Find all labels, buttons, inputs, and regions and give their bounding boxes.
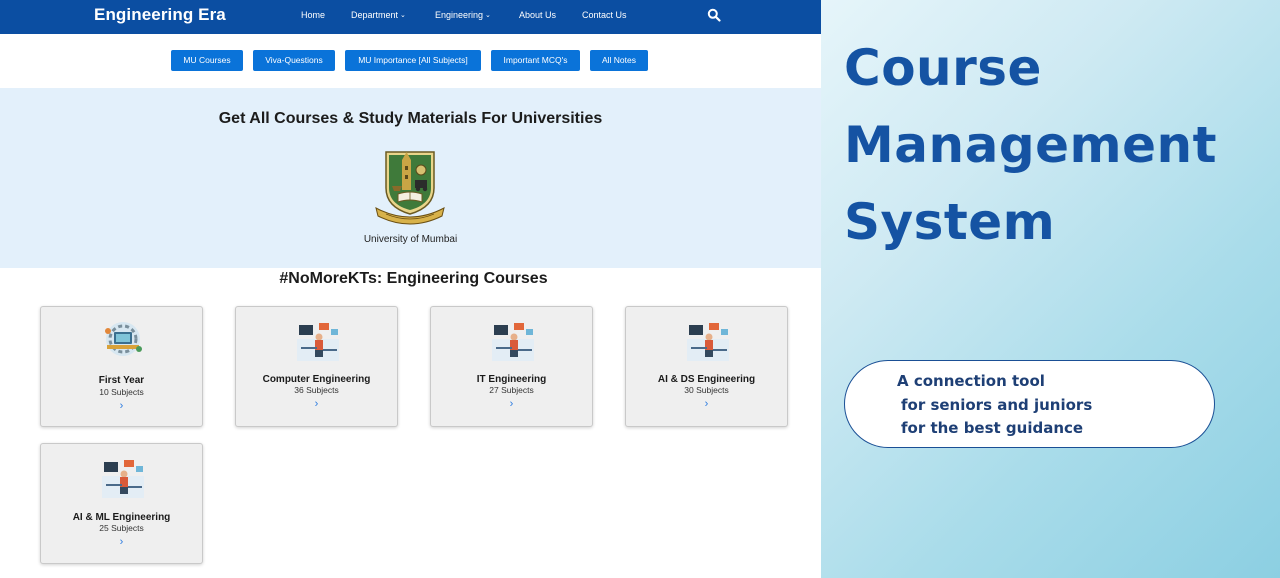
developer-desk-illustration-icon	[297, 323, 339, 361]
course-card-title: AI & ML Engineering	[72, 512, 171, 523]
nav-about-us[interactable]: About Us	[519, 10, 556, 20]
promo-title-line: System	[844, 193, 1056, 251]
course-card-title: AI & DS Engineering	[657, 374, 756, 385]
course-card-subjects: 36 Subjects	[294, 385, 339, 395]
hero-title: Get All Courses & Study Materials For Un…	[218, 110, 603, 127]
course-card-subjects: 27 Subjects	[489, 385, 534, 395]
developer-desk-illustration-icon	[102, 460, 144, 498]
tagline-line: for the best guidance	[901, 419, 1084, 437]
nav-engineering[interactable]: Engineering ⌄	[435, 10, 491, 20]
quick-links-bar: MU Courses Viva-Questions MU Importance …	[0, 50, 821, 72]
chevron-right-icon[interactable]: ›	[431, 398, 592, 410]
chevron-right-icon[interactable]: ›	[236, 398, 397, 410]
chevron-down-icon: ⌄	[485, 12, 491, 19]
chip-viva-questions[interactable]: Viva-Questions	[253, 50, 335, 71]
promo-title: Course Management System	[844, 30, 1217, 261]
course-card-subjects: 30 Subjects	[684, 385, 729, 395]
nav-contact-us[interactable]: Contact Us	[582, 10, 627, 20]
course-card-title: IT Engineering	[476, 374, 547, 385]
hero-banner: Get All Courses & Study Materials For Un…	[0, 88, 821, 268]
course-card-ai-ds-engineering[interactable]: AI & DS Engineering 30 Subjects ›	[625, 306, 788, 427]
course-card-subjects: 10 Subjects	[99, 387, 144, 397]
nav-home[interactable]: Home	[301, 10, 325, 20]
nav-department[interactable]: Department ⌄	[351, 10, 406, 20]
courses-section-title: #NoMoreKTs: Engineering Courses	[279, 270, 548, 287]
course-card-title: Computer Engineering	[262, 374, 371, 385]
course-card-it-engineering[interactable]: IT Engineering 27 Subjects ›	[430, 306, 593, 427]
course-card-computer-engineering[interactable]: Computer Engineering 36 Subjects ›	[235, 306, 398, 427]
course-card-subjects: 25 Subjects	[99, 523, 144, 533]
chevron-right-icon[interactable]: ›	[41, 400, 202, 412]
search-icon[interactable]	[707, 8, 721, 22]
course-card-title: First Year	[98, 375, 145, 386]
course-card-first-year[interactable]: First Year 10 Subjects ›	[40, 306, 203, 427]
promo-title-line: Management	[844, 116, 1218, 174]
tagline-line: A connection tool	[897, 372, 1045, 390]
chevron-down-icon: ⌄	[400, 12, 406, 19]
chip-all-notes[interactable]: All Notes	[590, 50, 648, 71]
developer-desk-illustration-icon	[687, 323, 729, 361]
navbar: Engineering Era Home Department ⌄ Enginee…	[0, 0, 821, 34]
course-card-ai-ml-engineering[interactable]: AI & ML Engineering 25 Subjects ›	[40, 443, 203, 564]
chevron-right-icon[interactable]: ›	[626, 398, 787, 410]
chip-mu-importance[interactable]: MU Importance [All Subjects]	[345, 50, 481, 71]
chevron-right-icon[interactable]: ›	[41, 536, 202, 548]
promo-title-line: Course	[844, 39, 1042, 97]
university-name: University of Mumbai	[363, 234, 458, 245]
brand-logo-text[interactable]: Engineering Era	[94, 5, 226, 25]
website-screenshot: Engineering Era Home Department ⌄ Enginee…	[0, 0, 821, 578]
tagline-line: for seniors and juniors	[901, 396, 1093, 414]
chip-important-mcqs[interactable]: Important MCQ's	[491, 50, 580, 71]
chip-mu-courses[interactable]: MU Courses	[171, 50, 243, 71]
developer-desk-illustration-icon	[492, 323, 534, 361]
tagline-pill: A connection tool for seniors and junior…	[844, 360, 1215, 448]
gear-workspace-illustration-icon	[105, 322, 142, 356]
university-crest-logo[interactable]	[372, 148, 448, 226]
promo-panel: Course Management System A connection to…	[821, 0, 1280, 578]
